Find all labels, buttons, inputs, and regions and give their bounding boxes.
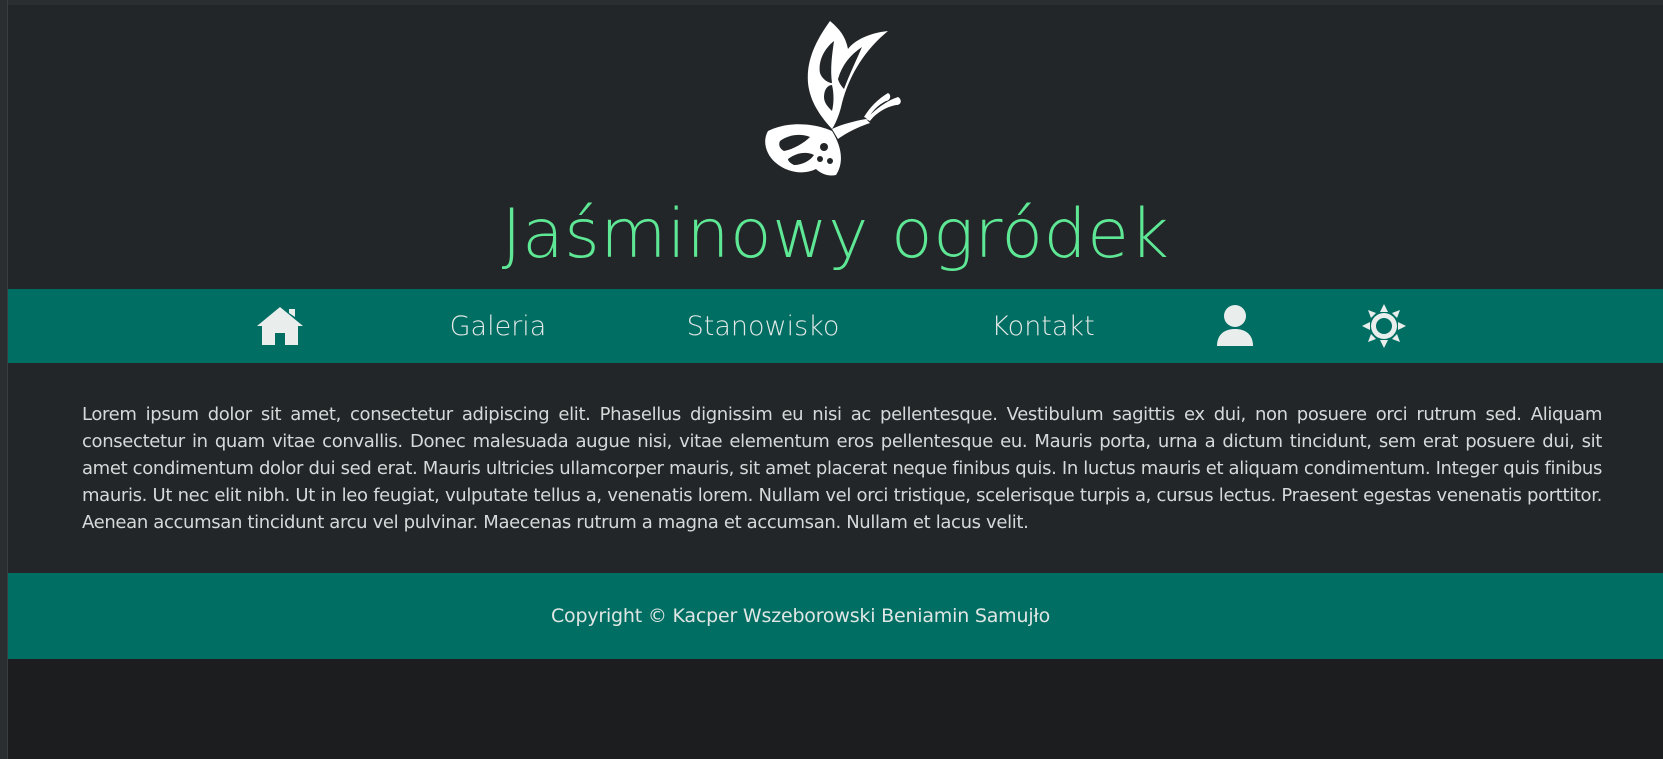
lorem-paragraph: Lorem ipsum dolor sit amet, consectetur … [82, 404, 1602, 533]
main-content: Lorem ipsum dolor sit amet, consectetur … [8, 363, 1663, 573]
sun-icon [1362, 304, 1406, 348]
nav-galeria-link[interactable]: Galeria [428, 289, 568, 363]
page: Jaśminowy ogródek Galeria Stanowisko Kon… [0, 0, 1663, 759]
theme-toggle-button[interactable] [1358, 289, 1410, 363]
butterfly-icon [765, 21, 901, 176]
site: Jaśminowy ogródek Galeria Stanowisko Kon… [8, 5, 1663, 759]
main-navbar: Galeria Stanowisko Kontakt [8, 289, 1663, 363]
nav-user-link[interactable] [1210, 289, 1260, 363]
site-footer: Copyright © Kacper Wszeborowski Beniamin… [8, 573, 1663, 659]
page-bottom-area [8, 659, 1663, 759]
nav-home-link[interactable] [250, 289, 310, 363]
nav-stanowisko-link[interactable]: Stanowisko [673, 289, 853, 363]
site-header: Jaśminowy ogródek [8, 5, 1663, 289]
home-icon [257, 307, 303, 345]
site-title: Jaśminowy ogródek [501, 195, 1170, 274]
window-frame-left [0, 0, 8, 759]
user-icon [1217, 305, 1253, 346]
nav-kontakt-link[interactable]: Kontakt [968, 289, 1118, 363]
copyright-text: Copyright © Kacper Wszeborowski Beniamin… [550, 605, 1051, 627]
